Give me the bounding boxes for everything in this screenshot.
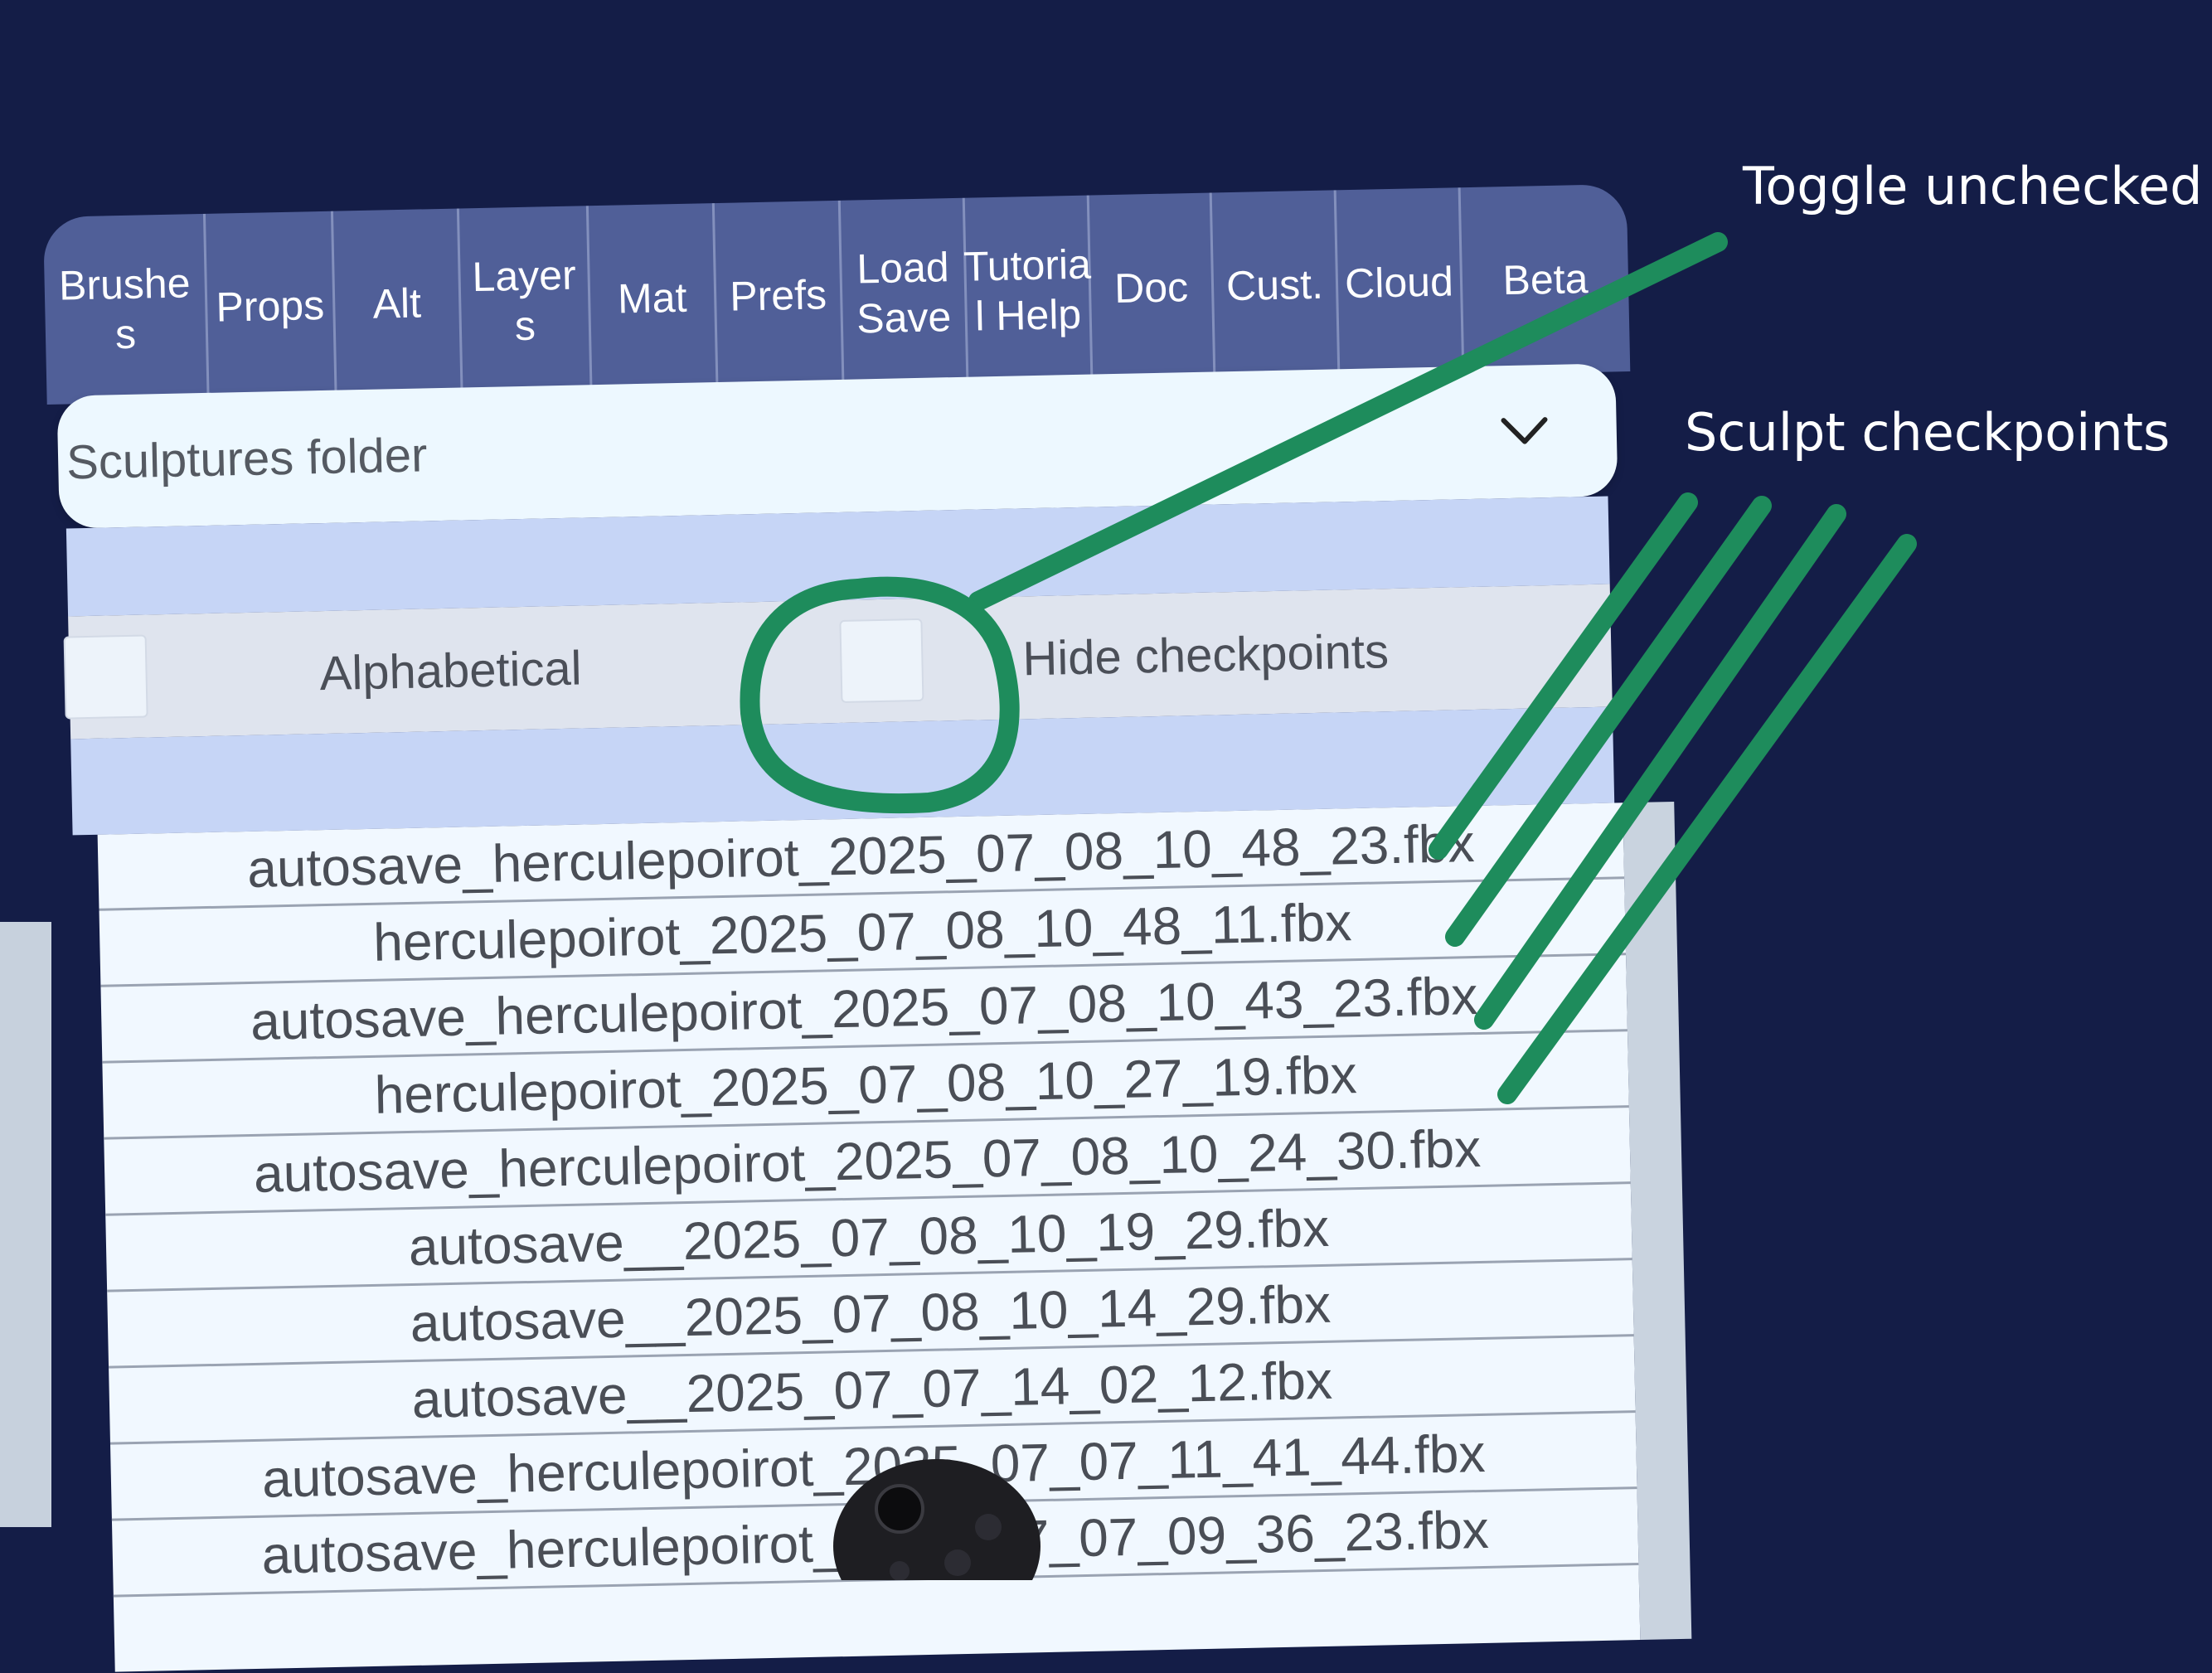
annotation-arrow-line xyxy=(968,232,1728,611)
checkpoint-mark-line xyxy=(1474,504,1846,1030)
annotation-label-toggle: Toggle unchecked xyxy=(1743,156,2203,216)
annotation-overlay xyxy=(740,232,1917,1580)
annotation-label-checkpoints: Sculpt checkpoints xyxy=(1685,402,2171,463)
checkpoint-mark-line xyxy=(1445,496,1772,947)
vr-controller-icon xyxy=(833,1459,1041,1580)
checkpoint-mark-line xyxy=(1497,534,1917,1104)
annotation-circle xyxy=(740,576,1020,814)
